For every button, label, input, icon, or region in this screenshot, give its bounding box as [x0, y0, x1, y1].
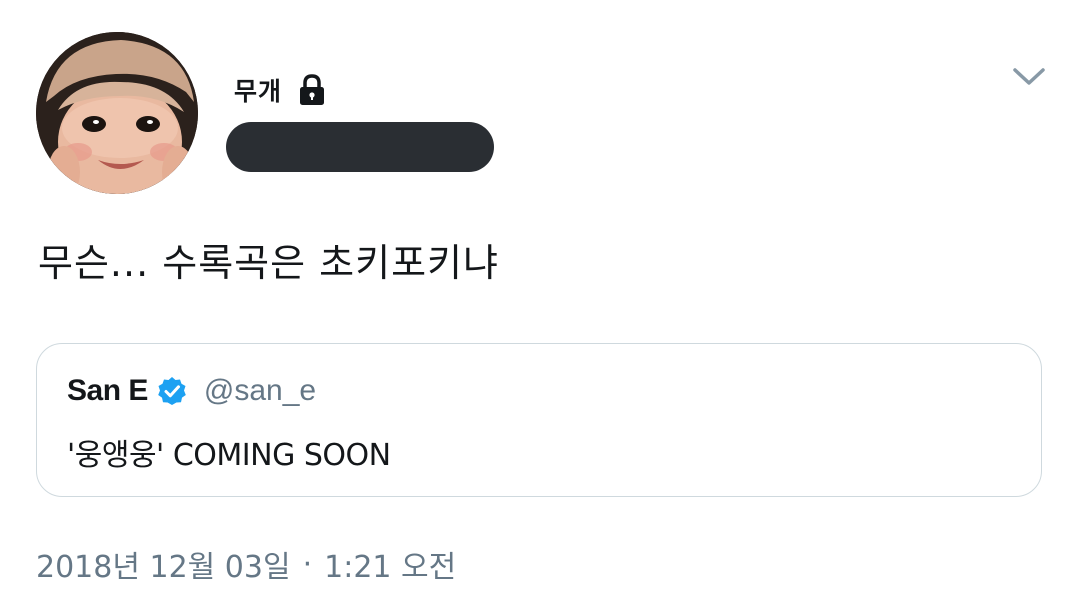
chevron-down-icon[interactable] [1008, 62, 1050, 92]
quoted-tweet-header: San E @san_e [67, 374, 316, 408]
quoted-tweet-text: '웅앵웅' COMING SOON [67, 438, 391, 473]
quoted-tweet-card[interactable]: San E @san_e '웅앵웅' COMING SOON [36, 343, 1042, 497]
author-display-name[interactable]: 무개 [234, 72, 282, 108]
redacted-handle [226, 122, 494, 172]
profile-photo [36, 32, 198, 194]
author-name-row: 무개 [234, 70, 328, 110]
timestamp-separator: · [302, 546, 313, 582]
tweet-timestamp[interactable]: 2018년 12월 03일 · 1:21 오전 [36, 542, 456, 586]
timestamp-date: 2018년 12월 03일 [36, 550, 291, 585]
quoted-author-handle: @san_e [203, 374, 317, 407]
tweet-text: 무슨... 수록곡은 초키포키냐 [38, 241, 499, 285]
timestamp-time: 1:21 오전 [324, 550, 457, 585]
lock-icon [296, 72, 328, 108]
avatar[interactable] [36, 32, 198, 194]
verified-badge-icon [156, 375, 188, 407]
quoted-author-name: San E [67, 374, 148, 407]
